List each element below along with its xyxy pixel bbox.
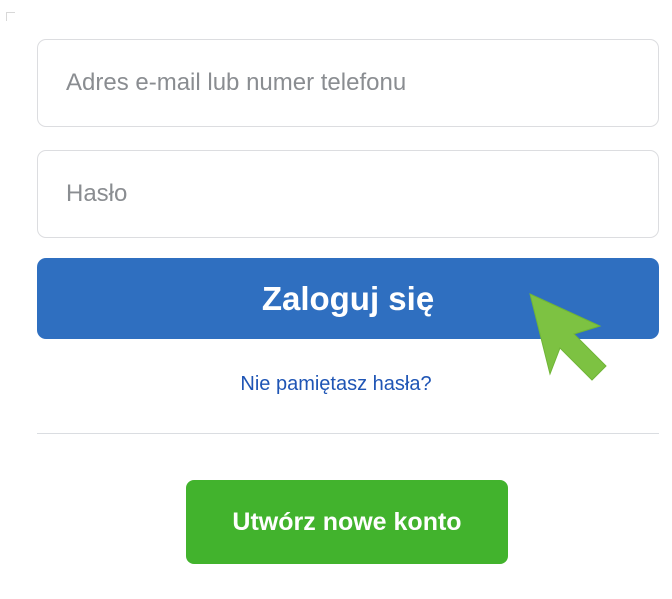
password-input[interactable] (37, 150, 659, 238)
email-or-phone-input[interactable] (37, 39, 659, 127)
login-page: Zaloguj się Nie pamiętasz hasła? Utwórz … (0, 0, 672, 599)
divider (37, 433, 659, 434)
corner-crop-mark (6, 12, 15, 21)
create-account-button[interactable]: Utwórz nowe konto (186, 480, 508, 564)
forgot-password-link[interactable]: Nie pamiętasz hasła? (0, 373, 672, 396)
login-button[interactable]: Zaloguj się (37, 258, 659, 339)
